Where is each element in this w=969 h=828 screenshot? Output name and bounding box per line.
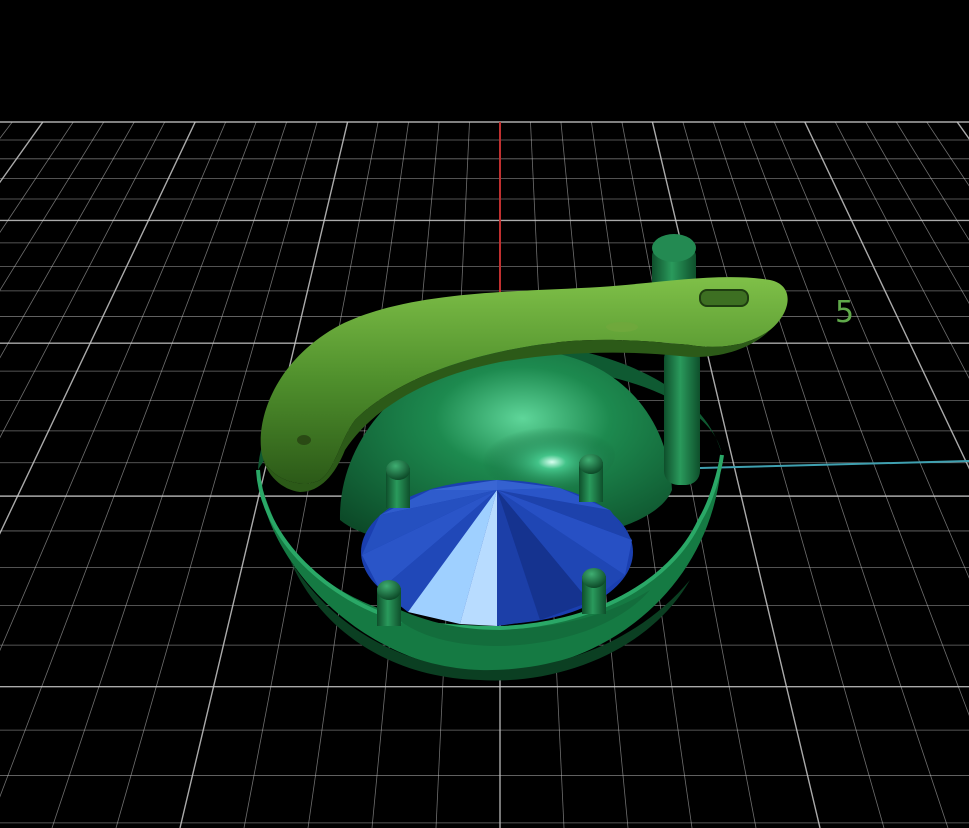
top-pin-cap xyxy=(652,234,696,262)
hinge-post xyxy=(664,345,700,485)
axis-label: 5 xyxy=(835,295,854,330)
prong xyxy=(386,460,410,480)
clasp-notch xyxy=(606,322,638,332)
prong xyxy=(377,580,401,600)
prong xyxy=(579,454,603,474)
clasp-slot xyxy=(699,289,749,307)
clasp-hole xyxy=(297,435,311,445)
prong xyxy=(582,568,606,588)
3d-viewport[interactable]: 5 xyxy=(0,0,969,828)
